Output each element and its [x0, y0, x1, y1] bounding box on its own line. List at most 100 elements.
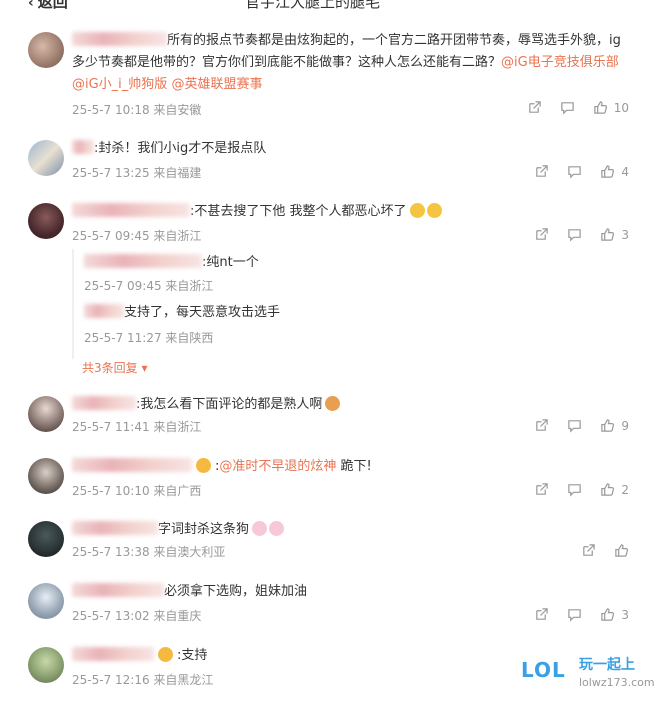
avatar[interactable] — [28, 583, 64, 619]
comment-button[interactable] — [560, 100, 575, 115]
comment-icon — [567, 227, 582, 242]
emoji-icon — [196, 458, 211, 473]
like-icon — [600, 607, 615, 622]
comment-text: :封杀！我们小ig才不是报点队 — [72, 138, 266, 160]
avatar[interactable] — [28, 396, 64, 432]
like-count: 4 — [621, 164, 629, 179]
page-title: 官宇江大腿上的腿毛 — [245, 0, 381, 11]
username[interactable] — [72, 583, 164, 597]
comment-button[interactable] — [567, 164, 582, 179]
avatar[interactable] — [28, 647, 64, 683]
comment-actions — [581, 543, 629, 558]
share-button[interactable] — [534, 418, 549, 433]
comment-icon — [567, 164, 582, 179]
mention-link[interactable]: @准时不早退的炫神 — [219, 459, 336, 474]
share-icon — [534, 482, 549, 497]
avatar[interactable] — [28, 521, 64, 557]
username[interactable] — [72, 521, 158, 535]
share-icon — [534, 607, 549, 622]
comment-meta: 25-5-7 10:10 来自广西 — [72, 484, 202, 498]
share-button[interactable] — [534, 164, 549, 179]
emoji-icon — [325, 396, 341, 411]
username[interactable] — [72, 647, 154, 661]
comment-icon — [567, 607, 582, 622]
comment-text: :支持 — [72, 645, 207, 667]
comment-text: :不甚去搜了下他 我整个人都恶心坏了 — [72, 201, 442, 223]
comment-text: 字词封杀这条狗 — [72, 519, 285, 541]
comment-item: :封杀！我们小ig才不是报点队 25-5-7 13:25 来自福建 4 — [0, 138, 659, 188]
like-button[interactable]: 3 — [600, 227, 629, 242]
comment-button[interactable] — [567, 607, 582, 622]
like-count: 10 — [613, 100, 629, 115]
share-button[interactable] — [534, 482, 549, 497]
comment-text: 必须拿下选购，姐妹加油 — [72, 581, 307, 603]
comment-text: :我怎么看下面评论的都是熟人啊 — [72, 394, 341, 416]
comment-button[interactable] — [567, 227, 582, 242]
emoji-icon — [252, 521, 268, 536]
like-button[interactable]: 2 — [600, 482, 629, 497]
watermark-logo: LOL 玩一起上 lolwz173.com — [521, 652, 655, 696]
reply-meta: 25-5-7 09:45 来自浙江 — [84, 279, 214, 293]
share-icon — [581, 543, 596, 558]
like-icon — [593, 100, 608, 115]
like-icon — [600, 482, 615, 497]
emoji-icon — [409, 203, 425, 218]
watermark-url: lolwz173.com — [579, 676, 655, 689]
mention-link[interactable]: @英雄联盟赛事 — [171, 77, 262, 92]
share-button[interactable] — [527, 100, 542, 115]
comment-actions: 3 — [534, 607, 629, 622]
like-icon — [600, 164, 615, 179]
reply-text: 支持了，每天恶意攻击选手 — [84, 303, 280, 323]
comment-meta: 25-5-7 10:18 来自安徽 — [72, 103, 202, 117]
more-replies-link[interactable]: 共3条回复 ▾ — [82, 359, 148, 376]
emoji-icon — [426, 203, 442, 218]
comment-text: 所有的报点节奏都是由炫狗起的，一个官方二路开团带节奏，辱骂选手外貌，ig多少节奏… — [72, 32, 621, 92]
comment-item: 字词封杀这条狗 25-5-7 13:38 来自澳大利亚 — [0, 519, 659, 567]
avatar[interactable] — [28, 140, 64, 176]
avatar[interactable] — [28, 32, 64, 68]
comment-button[interactable] — [567, 418, 582, 433]
username[interactable] — [72, 140, 94, 154]
comment-item: 必须拿下选购，姐妹加油 25-5-7 13:02 来自重庆 3 — [0, 581, 659, 631]
comment-actions: 9 — [534, 418, 629, 433]
like-button[interactable]: 10 — [593, 100, 629, 115]
avatar[interactable] — [28, 458, 64, 494]
comment-meta: 25-5-7 09:45 来自浙江 — [72, 229, 202, 243]
share-button[interactable] — [534, 607, 549, 622]
username[interactable] — [84, 254, 202, 268]
watermark-logo-text: LOL — [521, 658, 566, 682]
username[interactable] — [72, 32, 167, 46]
share-button[interactable] — [534, 227, 549, 242]
share-button[interactable] — [581, 543, 596, 558]
like-count: 2 — [621, 482, 629, 497]
comment-actions: 3 — [534, 227, 629, 242]
reply-meta: 25-5-7 11:27 来自陕西 — [84, 331, 214, 345]
like-button[interactable] — [614, 543, 629, 558]
like-button[interactable]: 4 — [600, 164, 629, 179]
username[interactable] — [72, 458, 192, 472]
share-icon — [534, 164, 549, 179]
comment-item: :@准时不早退的炫神 跪下! 25-5-7 10:10 来自广西 2 — [0, 456, 659, 506]
username[interactable] — [84, 304, 124, 318]
username[interactable] — [72, 396, 136, 410]
comment-actions: 2 — [534, 482, 629, 497]
like-count: 9 — [621, 418, 629, 433]
like-button[interactable]: 3 — [600, 607, 629, 622]
mention-link[interactable]: @iG小_i_帅狗版 — [72, 77, 167, 92]
username[interactable] — [72, 203, 190, 217]
emoji-icon — [158, 647, 173, 662]
like-button[interactable]: 9 — [600, 418, 629, 433]
mention-link[interactable]: @iG电子竞技俱乐部 — [501, 55, 619, 70]
comment-meta: 25-5-7 11:41 来自浙江 — [72, 420, 202, 434]
back-button[interactable]: ‹ 返回 — [28, 0, 68, 12]
emoji-icon — [269, 521, 285, 536]
comment-meta: 25-5-7 13:02 来自重庆 — [72, 609, 202, 623]
watermark-tagline: 玩一起上 — [579, 657, 635, 673]
like-count: 3 — [621, 227, 629, 242]
share-icon — [534, 227, 549, 242]
chevron-left-icon: ‹ — [28, 0, 34, 11]
like-count: 3 — [621, 607, 629, 622]
avatar[interactable] — [28, 203, 64, 239]
caret-down-icon: ▾ — [141, 361, 148, 375]
comment-button[interactable] — [567, 482, 582, 497]
